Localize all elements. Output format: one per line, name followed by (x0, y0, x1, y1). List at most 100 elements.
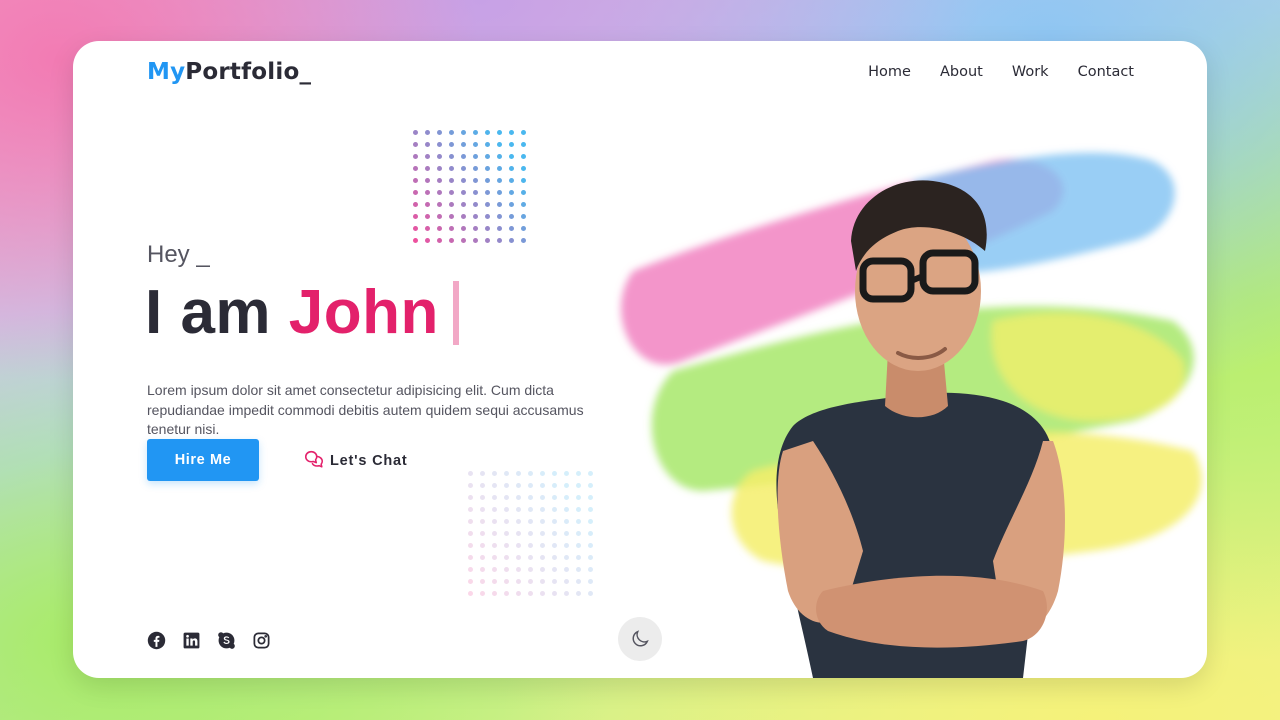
dot (509, 202, 514, 207)
dot (564, 495, 569, 500)
dot (516, 579, 521, 584)
dot (516, 591, 521, 596)
dot (540, 519, 545, 524)
dot (449, 238, 454, 243)
instagram-icon[interactable] (252, 631, 271, 650)
dot (516, 519, 521, 524)
dot (461, 142, 466, 147)
lets-chat-button[interactable]: Let's Chat (303, 448, 408, 474)
dot (480, 507, 485, 512)
dot (588, 483, 593, 488)
nav-contact[interactable]: Contact (1078, 64, 1134, 80)
dot (449, 202, 454, 207)
dot (449, 190, 454, 195)
dot (497, 214, 502, 219)
dot (492, 555, 497, 560)
dot (480, 579, 485, 584)
dot (504, 555, 509, 560)
dot (564, 579, 569, 584)
dot (509, 154, 514, 159)
dot (485, 166, 490, 171)
dot (588, 519, 593, 524)
linkedin-icon[interactable] (182, 631, 201, 650)
logo[interactable]: MyPortfolio_ (147, 59, 311, 85)
dot (564, 567, 569, 572)
dot (509, 238, 514, 243)
dot (437, 226, 442, 231)
dot (521, 154, 526, 159)
dot (552, 483, 557, 488)
dot (588, 567, 593, 572)
dot (468, 483, 473, 488)
dot (425, 130, 430, 135)
dot (425, 226, 430, 231)
dot (528, 507, 533, 512)
dot (461, 226, 466, 231)
dot (576, 495, 581, 500)
nav-home[interactable]: Home (868, 64, 911, 80)
dot (521, 130, 526, 135)
dot (528, 555, 533, 560)
dot (528, 471, 533, 476)
dot (504, 507, 509, 512)
dot (425, 142, 430, 147)
dot (473, 238, 478, 243)
dot (576, 579, 581, 584)
logo-prefix: My (147, 59, 186, 85)
dot (497, 190, 502, 195)
dot (576, 543, 581, 548)
dot (576, 519, 581, 524)
dot (516, 567, 521, 572)
dot (492, 483, 497, 488)
dot (528, 543, 533, 548)
dot (492, 579, 497, 584)
dot (509, 214, 514, 219)
dot (521, 190, 526, 195)
dot (516, 555, 521, 560)
dot (540, 567, 545, 572)
nav-about[interactable]: About (940, 64, 983, 80)
dot (509, 178, 514, 183)
dot (413, 142, 418, 147)
dot (473, 190, 478, 195)
dot (552, 519, 557, 524)
dot (528, 567, 533, 572)
dot (480, 591, 485, 596)
dot (480, 555, 485, 560)
dot (516, 531, 521, 536)
dot (564, 591, 569, 596)
dot (449, 130, 454, 135)
dot (425, 190, 430, 195)
dot (485, 238, 490, 243)
dot (492, 531, 497, 536)
dot (552, 531, 557, 536)
dot (485, 154, 490, 159)
dot (473, 130, 478, 135)
dot (504, 471, 509, 476)
hire-me-button[interactable]: Hire Me (147, 439, 259, 481)
dot (497, 154, 502, 159)
dot (492, 543, 497, 548)
dot (461, 166, 466, 171)
dot (461, 154, 466, 159)
typing-cursor (452, 281, 459, 345)
dot (480, 543, 485, 548)
skype-icon[interactable] (217, 631, 236, 650)
dot (552, 567, 557, 572)
dot (413, 214, 418, 219)
facebook-icon[interactable] (147, 631, 166, 650)
dot (425, 154, 430, 159)
dot (509, 226, 514, 231)
social-links (147, 631, 271, 650)
dot (576, 471, 581, 476)
dot (509, 130, 514, 135)
lets-chat-label: Let's Chat (330, 453, 408, 469)
dot (588, 531, 593, 536)
dot (540, 543, 545, 548)
dot (480, 483, 485, 488)
dot (540, 495, 545, 500)
nav-work[interactable]: Work (1012, 64, 1049, 80)
dot (480, 519, 485, 524)
dot (449, 214, 454, 219)
dot (552, 471, 557, 476)
